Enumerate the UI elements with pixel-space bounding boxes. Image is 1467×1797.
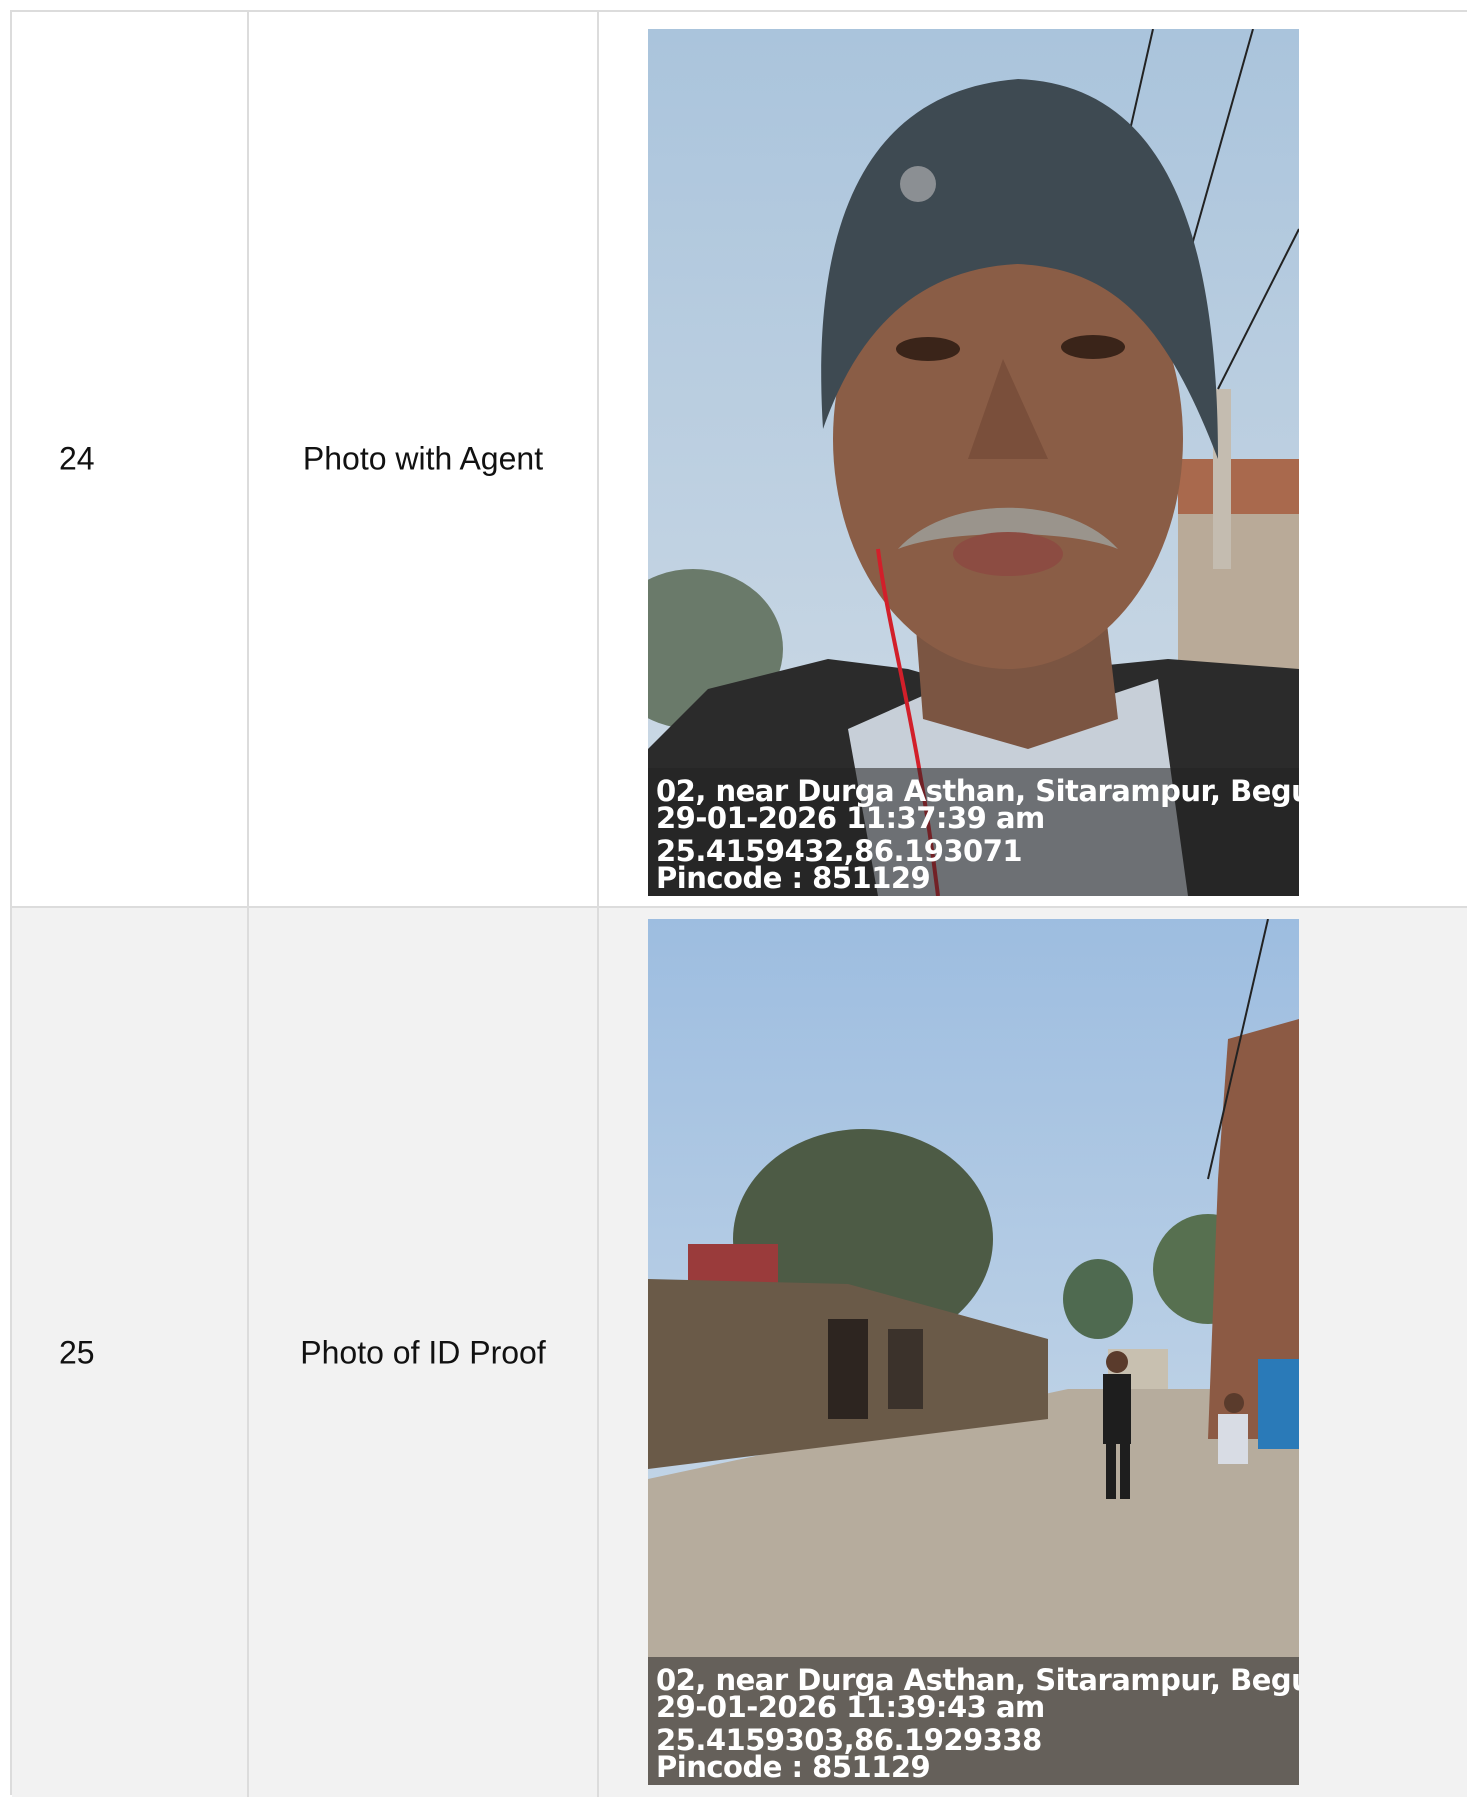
agent-selfie-photo[interactable]: 02, near Durga Asthan, Sitarampur, Begus… bbox=[648, 29, 1299, 896]
document-label: Photo with Agent bbox=[302, 440, 544, 477]
id-proof-photo[interactable]: 02, near Durga Asthan, Sitarampur, Begus… bbox=[648, 919, 1299, 1785]
geotag-overlay: 02, near Durga Asthan, Sitarampur, Begus… bbox=[648, 1657, 1299, 1785]
geotag-datetime: 29-01-2026 11:37:39 am bbox=[656, 801, 1045, 835]
table-row: 24 Photo with Agent 02, near Durga Astha… bbox=[12, 12, 1467, 908]
photo-cell: 02, near Durga Asthan, Sitarampur, Begus… bbox=[599, 12, 1467, 906]
table-row: 25 Photo of ID Proof 02, near Durga Asth… bbox=[12, 908, 1467, 1797]
geotag-overlay: 02, near Durga Asthan, Sitarampur, Begus… bbox=[648, 768, 1299, 896]
document-label-cell: Photo of ID Proof bbox=[249, 908, 599, 1797]
serial-number-cell: 25 bbox=[12, 908, 249, 1797]
document-label-cell: Photo with Agent bbox=[249, 12, 599, 906]
serial-number: 25 bbox=[59, 1334, 95, 1370]
photo-cell: 02, near Durga Asthan, Sitarampur, Begus… bbox=[599, 908, 1467, 1797]
geotag-pincode: Pincode : 851129 bbox=[656, 861, 931, 895]
geotag-pincode: Pincode : 851129 bbox=[656, 1750, 931, 1784]
street-image bbox=[648, 919, 1299, 1785]
records-table: 24 Photo with Agent 02, near Durga Astha… bbox=[10, 10, 1467, 1797]
document-label: Photo of ID Proof bbox=[300, 1334, 546, 1370]
serial-number: 24 bbox=[59, 440, 95, 477]
geotag-datetime: 29-01-2026 11:39:43 am bbox=[656, 1690, 1045, 1724]
selfie-image bbox=[648, 29, 1299, 896]
serial-number-cell: 24 bbox=[12, 12, 249, 906]
